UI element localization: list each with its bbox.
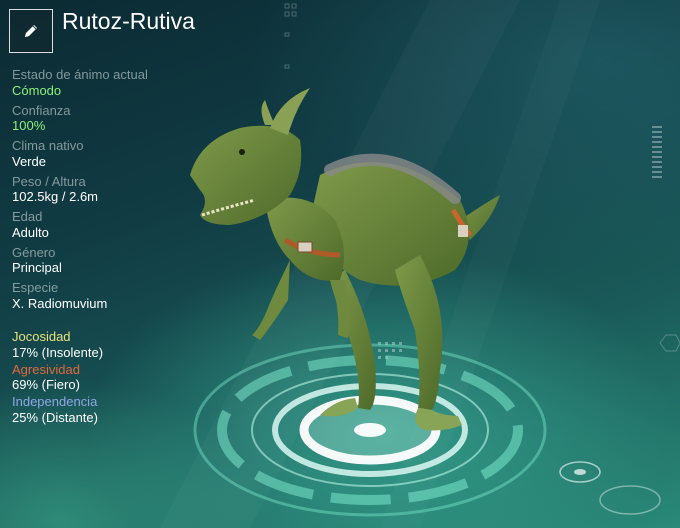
creature-info-screen: Rutoz-Rutiva Estado de ánimo actual Cómo… xyxy=(0,0,680,528)
trait-label: Agresividad xyxy=(12,361,80,377)
trait-playfulness: Jocosidad 17% (Insolente) xyxy=(12,329,232,361)
creature-name-title: Rutoz-Rutiva xyxy=(62,8,195,34)
stat-label: Edad xyxy=(12,209,43,224)
stat-label: Estado de ánimo actual xyxy=(12,67,148,82)
stat-value: Cómodo xyxy=(12,82,62,98)
temperament-list: Jocosidad 17% (Insolente) Agresividad 69… xyxy=(12,329,232,427)
trait-value: 17% (Insolente) xyxy=(12,344,104,360)
stats-list: Estado de ánimo actual Cómodo Confianza … xyxy=(12,67,232,316)
stat-species: Especie X. Radiomuvium xyxy=(12,280,232,312)
trait-label: Independencia xyxy=(12,394,98,409)
stat-value: X. Radiomuvium xyxy=(12,295,108,311)
trait-value: 69% (Fiero) xyxy=(12,377,80,392)
edit-name-button[interactable] xyxy=(9,9,53,53)
stat-age: Edad Adulto xyxy=(12,209,232,241)
stat-gender: Género Principal xyxy=(12,245,232,277)
stat-native-climate: Clima nativo Verde xyxy=(12,138,232,170)
stat-value: Adulto xyxy=(12,224,49,240)
stat-label: Confianza xyxy=(12,102,71,118)
pencil-icon xyxy=(25,25,37,37)
stat-value: Verde xyxy=(12,153,46,169)
stat-label: Clima nativo xyxy=(12,138,84,153)
trait-independence: Independencia 25% (Distante) xyxy=(12,394,232,426)
stat-label: Especie xyxy=(12,280,59,295)
stat-label: Género xyxy=(12,244,56,260)
stat-mood: Estado de ánimo actual Cómodo xyxy=(12,67,232,99)
stat-value: 100% xyxy=(12,118,46,133)
stat-weight-height: Peso / Altura 102.5kg / 2.6m xyxy=(12,174,232,206)
stat-trust: Confianza 100% xyxy=(12,103,232,135)
stat-label: Peso / Altura xyxy=(12,173,86,189)
trait-label: Jocosidad xyxy=(12,329,71,344)
stat-value: 102.5kg / 2.6m xyxy=(12,189,98,204)
stat-value: Principal xyxy=(12,260,62,275)
trait-aggression: Agresividad 69% (Fiero) xyxy=(12,362,232,394)
trait-value: 25% (Distante) xyxy=(12,409,98,425)
